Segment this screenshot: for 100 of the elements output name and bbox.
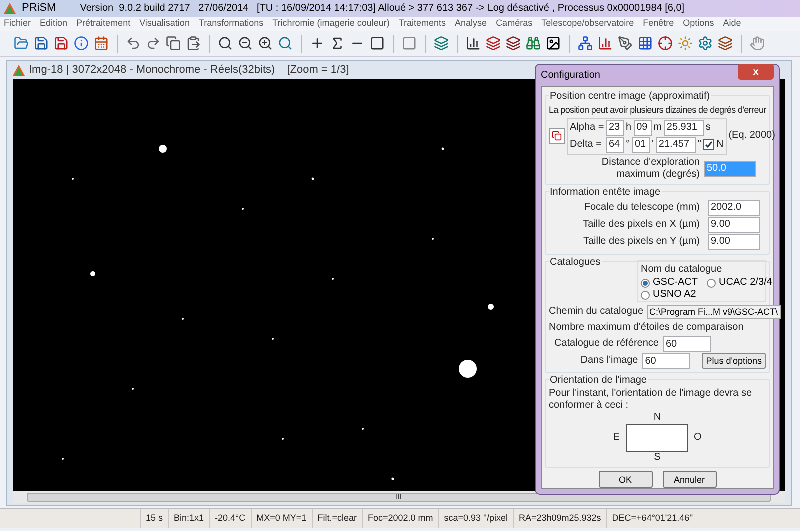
search-icon[interactable]: [218, 36, 233, 51]
zoom-label: [Zoom = 1/3]: [287, 62, 350, 78]
status-field: MX=0 MY=1: [250, 509, 312, 528]
label: Delta =: [570, 138, 603, 150]
input-field[interactable]: 9.00: [708, 216, 760, 232]
label: s: [706, 122, 711, 134]
orientation-frame: [626, 424, 688, 452]
pen-icon[interactable]: [618, 36, 633, 51]
label: m: [654, 122, 662, 134]
info-icon[interactable]: [74, 36, 89, 51]
label: maximum (degrés): [616, 168, 700, 180]
north-label: N: [654, 412, 662, 424]
label: Focale du telescope (mm): [584, 202, 700, 214]
stack-icon[interactable]: [506, 36, 521, 51]
menu-item[interactable]: Edition: [40, 17, 68, 31]
calendar-icon[interactable]: [94, 36, 109, 51]
save-icon[interactable]: [54, 36, 69, 51]
more-options-button[interactable]: Plus d'options: [702, 353, 766, 369]
input-field[interactable]: 09: [634, 120, 652, 136]
input-field[interactable]: 60: [663, 336, 711, 352]
import-icon: [552, 131, 562, 141]
label: Chemin du catalogue: [549, 306, 644, 318]
image-title: Img-18 | 3072x2048 - Monochrome - Réels(32bits): [29, 62, 276, 78]
label: Taille des pixels en Y (µm): [583, 236, 700, 248]
menu-item[interactable]: Options: [683, 17, 714, 31]
status-field: RA=23h09m25.932s: [512, 509, 606, 528]
stack-icon[interactable]: [486, 36, 501, 51]
square-icon[interactable]: [402, 36, 417, 51]
input-field[interactable]: 01: [632, 136, 650, 152]
label: ": [698, 138, 702, 150]
label: h: [626, 122, 632, 134]
menu-item[interactable]: Caméras: [496, 17, 533, 31]
label: Taille des pixels en X (µm): [583, 218, 700, 230]
window-title: Version 9.0.2 build 2717 27/06/2014 [TU : 16/09/2014 14:17:03] Alloué > 377 613 367 -> Log désactivé , Processus 0x00001984 [6,0]: [80, 2, 685, 16]
undo-icon[interactable]: [126, 36, 141, 51]
rectangle-icon[interactable]: [370, 36, 385, 51]
status-field: Foc=2002.0 mm: [362, 509, 438, 528]
import-button[interactable]: [549, 128, 565, 144]
label: Alpha =: [570, 122, 604, 134]
label: Nombre maximum d'étoiles de comparaison: [549, 322, 745, 334]
status-field: 15 s: [140, 509, 168, 528]
menu-item[interactable]: Visualisation: [140, 17, 190, 31]
group-legend: Orientation de l'image: [549, 375, 648, 386]
label: (Eq. 2000): [728, 130, 776, 142]
input-field[interactable]: 64: [606, 136, 624, 152]
label: N: [716, 138, 724, 150]
grid-icon[interactable]: [638, 36, 653, 51]
search-icon[interactable]: [278, 36, 293, 51]
label: Catalogue de référence: [553, 338, 659, 350]
input-field[interactable]: 9.00: [708, 234, 760, 250]
image-icon[interactable]: [546, 36, 561, 51]
menu-item[interactable]: Trichromie (imagerie couleur): [272, 17, 390, 31]
radio-option[interactable]: GSC-ACT: [641, 277, 703, 289]
dialog-title: Configuration: [541, 68, 600, 83]
folder-icon[interactable]: [14, 36, 29, 51]
stack-icon[interactable]: [718, 36, 733, 51]
radio-option[interactable]: USNO A2: [641, 289, 703, 301]
menu-item[interactable]: Telescope/observatoire: [542, 17, 634, 31]
input-field[interactable]: 60: [642, 353, 690, 369]
group-legend: Information entête image: [549, 186, 662, 198]
app-name: PRiSM: [22, 1, 56, 16]
menu-item[interactable]: Transformations: [198, 17, 264, 31]
menu-item[interactable]: Traitements: [398, 17, 446, 31]
label: Distance d'exploration: [602, 156, 700, 168]
label: ': [652, 138, 654, 150]
prism-icon: [13, 64, 25, 76]
input-field[interactable]: 21.457: [656, 136, 696, 152]
save-icon[interactable]: [34, 36, 49, 51]
path-field: C:\Program Fi...M v9\GSC-ACT\: [646, 305, 782, 319]
label: Nom du catalogue: [641, 264, 722, 274]
bars-icon[interactable]: [466, 36, 481, 51]
zoom-out-icon[interactable]: [238, 36, 253, 51]
close-button[interactable]: x: [738, 64, 774, 80]
status-field: Bin:1x1: [168, 509, 210, 528]
paste-icon[interactable]: [186, 36, 201, 51]
layers-icon[interactable]: [434, 36, 449, 51]
redo-icon[interactable]: [146, 36, 161, 51]
menu-item[interactable]: Fichier: [4, 17, 32, 31]
prism-icon: [4, 3, 16, 14]
dialog-button[interactable]: Annuler: [662, 471, 716, 488]
radio-option[interactable]: UCAC 2/3/4: [707, 277, 777, 289]
note: La position peut avoir plusieurs dizaines de degrés d'erreur: [549, 104, 766, 116]
menu-item[interactable]: Aide: [723, 17, 742, 31]
input-field[interactable]: 2002.0: [708, 200, 760, 216]
input-field[interactable]: 23: [606, 120, 624, 136]
menu-item[interactable]: Prétraitement: [76, 17, 131, 31]
input-field[interactable]: 25.931: [664, 120, 704, 136]
label: Dans l'image: [580, 355, 638, 367]
menu-item[interactable]: Analyse: [455, 17, 488, 31]
west-label: O: [694, 432, 702, 444]
checkbox[interactable]: [703, 139, 714, 150]
copy-icon[interactable]: [166, 36, 181, 51]
dialog-button[interactable]: OK: [598, 471, 652, 488]
status-field: Filt.=clear: [312, 509, 362, 528]
chart-icon[interactable]: [598, 36, 613, 51]
label: °: [626, 138, 630, 150]
zoom-in-icon[interactable]: [258, 36, 273, 51]
gear-icon[interactable]: [698, 36, 713, 51]
menu-item[interactable]: Fenêtre: [643, 17, 674, 31]
sigma-icon[interactable]: [330, 36, 345, 51]
